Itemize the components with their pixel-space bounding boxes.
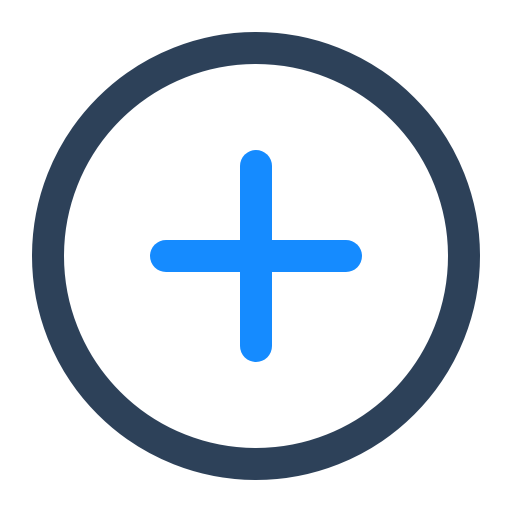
add-circle-button[interactable]	[0, 0, 512, 512]
add-circle-icon	[32, 32, 480, 480]
